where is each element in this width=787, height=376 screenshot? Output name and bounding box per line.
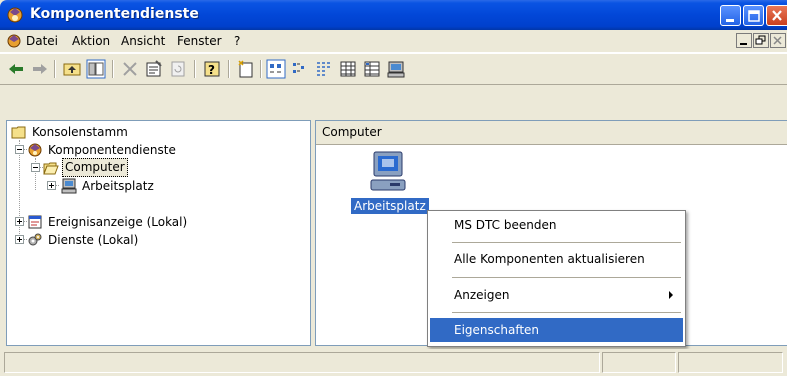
toolbar-separator (194, 60, 196, 78)
expand-toggle[interactable] (47, 181, 56, 190)
arbeitsplatz-item-label[interactable]: Arbeitsplatz (351, 198, 429, 214)
computer-icon[interactable] (386, 59, 406, 79)
menu-item-alle-komponenten-aktualisieren[interactable]: Alle Komponenten aktualisieren (430, 247, 683, 271)
close-button[interactable] (766, 5, 787, 26)
expand-toggle[interactable] (15, 217, 24, 226)
menu-item-ms-dtc-beenden[interactable]: MS DTC beenden (430, 213, 683, 237)
tree-item-label: Computer (62, 158, 128, 177)
delete-icon[interactable] (120, 59, 140, 79)
status-segment (678, 352, 783, 373)
maximize-button[interactable] (743, 5, 764, 26)
minimize-icon (740, 43, 747, 45)
folder-open-icon (43, 162, 59, 175)
maximize-icon (748, 10, 760, 22)
new-item-icon[interactable] (236, 59, 256, 79)
minimize-button[interactable] (720, 5, 741, 26)
services-gears-icon (28, 233, 42, 246)
menu-separator (452, 242, 681, 243)
tree-item-label: Dienste (Lokal) (48, 233, 139, 247)
toolbar-separator (112, 60, 114, 78)
mmc-window: Komponentendienste Datei Aktion Ansicht … (0, 0, 787, 376)
large-icons-view-icon[interactable] (266, 59, 286, 79)
restore-icon (755, 35, 766, 45)
menu-separator (452, 312, 681, 313)
context-menu: MS DTC beenden Alle Komponenten aktualis… (427, 210, 686, 347)
tree-item-label: Arbeitsplatz (82, 179, 154, 193)
toolbar: ? (0, 53, 787, 85)
refresh-icon[interactable] (168, 59, 188, 79)
minimize-icon (726, 19, 734, 22)
status-segment (4, 352, 600, 373)
component-services-icon (7, 7, 23, 23)
submenu-arrow-icon (669, 291, 673, 299)
mdi-restore-button[interactable] (753, 33, 769, 48)
computer-icon (61, 178, 77, 194)
expand-toggle[interactable] (15, 235, 24, 244)
title-bar[interactable]: Komponentendienste (0, 0, 787, 30)
toolbar-separator (260, 60, 262, 78)
component-services-icon[interactable] (6, 33, 22, 49)
tree-item-label: Ereignisanzeige (Lokal) (48, 215, 188, 229)
result-pane-title: Computer (322, 125, 382, 139)
mdi-close-button[interactable] (770, 33, 786, 48)
properties-icon[interactable] (144, 59, 164, 79)
tree-item-label: Konsolenstamm (32, 125, 128, 139)
forward-arrow-icon[interactable] (30, 59, 50, 79)
status-bar (0, 349, 787, 376)
small-icons-view-icon[interactable] (290, 59, 310, 79)
result-pane-header: Computer (316, 121, 787, 145)
collapse-toggle[interactable] (31, 163, 40, 172)
details-view-icon[interactable] (338, 59, 358, 79)
tree-item-label: Komponentendienste (48, 143, 176, 157)
svg-text:?: ? (208, 63, 215, 77)
help-icon[interactable]: ? (202, 59, 222, 79)
event-viewer-icon (28, 215, 42, 229)
component-services-icon (28, 143, 42, 157)
toolbar-separator (228, 60, 230, 78)
status-segment (602, 352, 676, 373)
menu-datei[interactable]: Datei (26, 34, 58, 48)
taskpad-view-icon[interactable] (362, 59, 382, 79)
menu-help[interactable]: ? (234, 34, 240, 48)
computer-icon[interactable] (368, 150, 408, 194)
menu-item-eigenschaften[interactable]: Eigenschaften (430, 318, 683, 342)
show-tree-icon[interactable] (86, 59, 106, 79)
close-icon (773, 36, 782, 45)
toolbar-separator (54, 60, 56, 78)
up-folder-icon[interactable] (62, 59, 82, 79)
mdi-minimize-button[interactable] (736, 33, 752, 48)
menu-aktion[interactable]: Aktion (72, 34, 110, 48)
tree-pane[interactable]: Konsolenstamm Komponentendienste Compute… (6, 120, 311, 346)
collapse-toggle[interactable] (15, 145, 24, 154)
close-icon (772, 10, 782, 21)
menu-ansicht[interactable]: Ansicht (121, 34, 165, 48)
folder-icon (11, 126, 26, 139)
menu-fenster[interactable]: Fenster (177, 34, 222, 48)
list-view-icon[interactable] (314, 59, 334, 79)
window-title: Komponentendienste (30, 6, 199, 22)
menu-bar: Datei Aktion Ansicht Fenster ? (0, 30, 787, 53)
menu-separator (452, 277, 681, 278)
menu-item-anzeigen[interactable]: Anzeigen (430, 283, 683, 307)
back-arrow-icon[interactable] (6, 59, 26, 79)
